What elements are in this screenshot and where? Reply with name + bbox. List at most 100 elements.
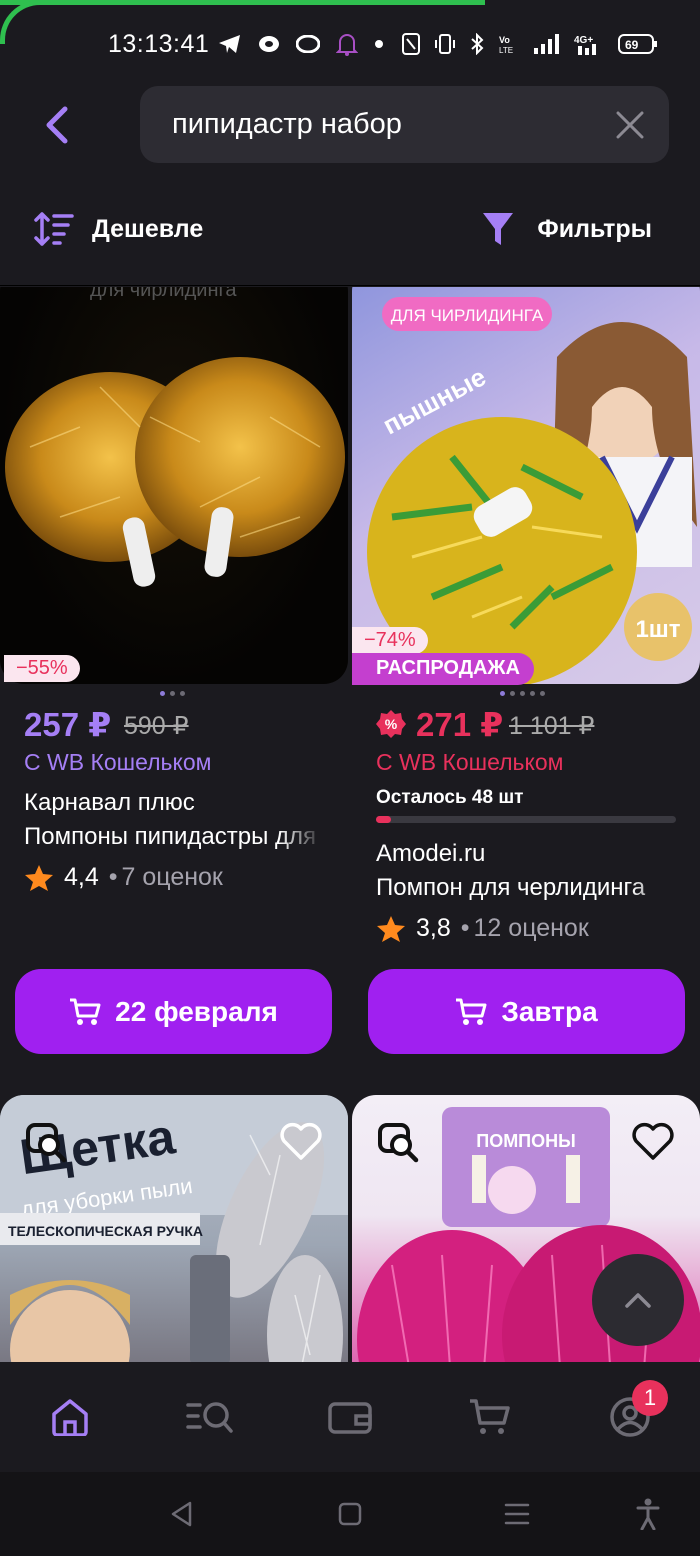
sale-badge: РАСПРОДАЖА [352,653,534,685]
sort-label: Дешевле [92,214,204,243]
heart-icon [632,1122,674,1160]
svg-text:69: 69 [625,38,639,52]
notification-badge: 1 [632,1380,668,1416]
stock-left: Осталось 48 шт [376,787,524,808]
product-name[interactable]: Помпоны пипидастры для [24,823,324,851]
catalog-search-icon [186,1402,233,1433]
app-notification-icon [258,35,280,53]
image-search-icon [26,1123,67,1163]
system-home-button[interactable] [330,1496,370,1532]
image-carousel-dots [500,691,545,696]
rating-value: 3,8 [416,914,451,942]
stock-progress-fill [376,816,391,823]
add-to-cart-button[interactable]: 22 февраля [15,969,332,1054]
app-notification-icon-2 [296,35,320,53]
old-price: 1 101 ₽ [509,712,595,740]
clear-search-button[interactable] [615,110,645,140]
visual-search-button[interactable] [22,1117,72,1167]
wallet-icon [328,1402,372,1434]
more-notifications-dot-icon [374,39,384,49]
search-query[interactable]: пипидастр набор [172,108,402,141]
call-indicator-corner [0,0,40,44]
status-bar: 13:13:41 Vo LTE 4G+ 69 [0,0,700,86]
add-to-cart-button[interactable]: Завтра [368,969,685,1054]
price: 257 ₽ [24,706,112,743]
old-price: 590 ₽ [124,712,189,740]
nav-wallet[interactable] [325,1392,375,1442]
system-recents-button[interactable] [497,1496,537,1532]
scroll-to-top-button[interactable] [592,1254,684,1346]
cart-icon [70,998,101,1025]
cheerleader-pompom-image: ДЛЯ ЧИРЛИДИНГА пышные 1шт [367,297,697,684]
filters-button[interactable]: Фильтры [481,210,652,248]
svg-text:Vo: Vo [499,35,510,45]
filter-icon [483,213,514,245]
discount-percent-icon: % [376,710,406,738]
price: 271 ₽ [416,706,504,743]
pompom-gold-image [5,357,345,587]
favorite-button[interactable] [628,1117,678,1167]
filters-label: Фильтры [537,214,652,243]
rating-value: 4,4 [64,863,99,891]
product-image[interactable]: Щетка для уборки пыли ТЕЛЕСКОПИЧЕСКАЯ РУ… [0,1095,348,1362]
volte-icon: Vo LTE [498,33,520,55]
mobile-data-icon: 4G+ [574,33,604,55]
reviews-count: 7 оценок [121,863,223,891]
svg-text:%: % [385,716,398,732]
sort-button[interactable]: Дешевле [32,210,203,248]
product-image[interactable]: для чирлидинга [0,287,348,684]
brand-name: Amodei.ru [376,840,486,867]
system-navigation-bar [0,1472,700,1556]
visual-search-button[interactable] [374,1117,424,1167]
cart-icon [470,1399,510,1434]
bluetooth-icon [470,33,484,55]
telegram-icon [218,33,242,55]
search-header: пипидастр набор [0,86,700,172]
nav-catalog[interactable] [185,1392,235,1442]
image-search-icon [378,1123,419,1163]
triangle-back-icon [171,1501,192,1527]
home-icon [52,1399,88,1436]
back-button[interactable] [36,100,76,150]
square-home-icon [338,1502,362,1526]
svg-text:ПОМПОНЫ: ПОМПОНЫ [476,1131,576,1151]
bell-icon [336,32,358,56]
image-carousel-dots [160,691,185,696]
bottom-navigation [0,1362,700,1472]
star-icon [377,915,405,942]
menu-recents-icon [504,1503,530,1525]
system-back-button[interactable] [162,1496,202,1532]
nav-home[interactable] [45,1392,95,1442]
brand-name: Карнавал плюс [24,789,195,816]
image-caption: для чирлидинга [90,287,237,301]
svg-text:4G+: 4G+ [574,35,593,46]
close-icon [616,111,644,139]
accessibility-button[interactable] [628,1496,668,1532]
heart-icon [280,1122,322,1160]
chevron-left-icon [46,106,68,144]
star-icon [25,864,53,891]
discount-badge: −55% [4,655,80,682]
call-indicator-line [0,0,485,5]
reviews-count-dot: • [460,914,470,942]
nav-cart[interactable] [465,1392,515,1442]
search-input[interactable]: пипидастр набор [140,86,669,163]
stock-progress-bar [376,816,676,823]
svg-text:ТЕЛЕСКОПИЧЕСКАЯ РУЧКА: ТЕЛЕСКОПИЧЕСКАЯ РУЧКА [8,1223,203,1239]
favorite-button[interactable] [276,1117,326,1167]
vibrate-icon [434,33,456,55]
wallet-label: С WB Кошельком [376,749,564,775]
delivery-date: Завтра [501,995,598,1027]
rating: 4,4 • 7 оценок [24,863,223,892]
svg-text:ДЛЯ ЧИРЛИДИНГА: ДЛЯ ЧИРЛИДИНГА [391,306,544,325]
product-feed[interactable]: для чирлидинга −55% ДЛЯ ЧИРЛИДИНГА пышны… [0,287,700,1362]
svg-text:LTE: LTE [499,46,513,55]
product-image[interactable]: ДЛЯ ЧИРЛИДИНГА пышные 1шт [352,287,700,684]
battery-icon: 69 [618,33,658,55]
rating: 3,8 • 12 оценок [376,914,589,943]
signal-icon [534,34,560,54]
product-name[interactable]: Помпон для черлидинга [376,874,676,902]
reviews-count-dot: • [108,863,118,891]
sort-icon [34,212,74,246]
reviews-count: 12 оценок [473,914,589,942]
